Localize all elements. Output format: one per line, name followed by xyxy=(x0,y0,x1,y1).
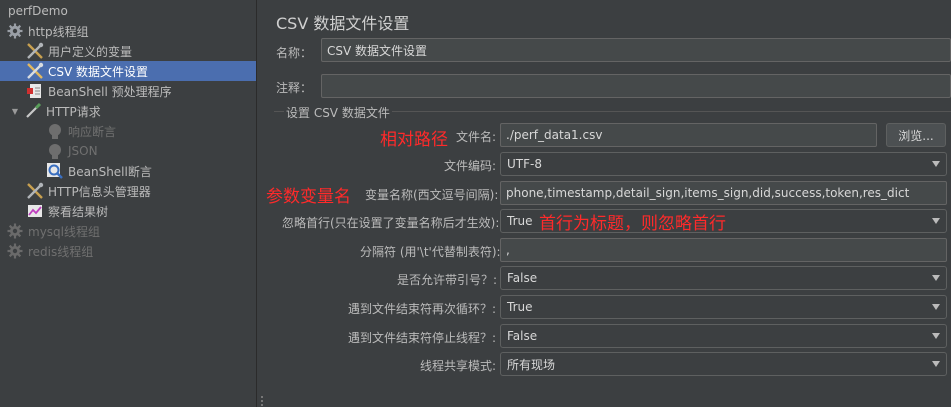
quoted-combo[interactable]: False xyxy=(500,266,947,290)
tree-item-view-results-tree[interactable]: 察看结果树 xyxy=(0,201,256,221)
chevron-down-icon xyxy=(932,218,940,224)
delimiter-value: , xyxy=(506,243,510,257)
sharing-combo[interactable]: 所有现场 xyxy=(500,352,947,376)
encoding-label: 文件编码: xyxy=(444,159,497,173)
recycle-combo[interactable]: True xyxy=(500,295,947,319)
tree-item-label: 察看结果树 xyxy=(48,204,109,219)
chevron-down-icon xyxy=(932,304,940,310)
tree-item-http-threadgroup[interactable]: http线程组 xyxy=(0,21,256,41)
chevron-down-icon xyxy=(932,361,940,367)
recycle-label: 遇到文件结束符再次循环？: xyxy=(348,302,497,316)
gear-icon xyxy=(6,22,24,40)
tree-item-label: 用户定义的变量 xyxy=(48,44,133,59)
tree-item-label: JSON xyxy=(68,144,98,158)
gear-icon xyxy=(6,242,24,260)
chart-icon xyxy=(26,202,44,220)
filename-label: 文件名: xyxy=(456,130,497,144)
encoding-value: UTF-8 xyxy=(507,157,542,171)
tree-item-http-header-manager[interactable]: HTTP信息头管理器 xyxy=(0,181,256,201)
comment-field[interactable] xyxy=(321,74,951,98)
name-value: CSV 数据文件设置 xyxy=(327,43,428,58)
tree-item-label: CSV 数据文件设置 xyxy=(48,64,149,79)
splitter-handle[interactable] xyxy=(257,0,266,407)
quoted-label: 是否允许带引号？: xyxy=(397,273,498,287)
chevron-down-icon xyxy=(932,275,940,281)
tree-item-label: redis线程组 xyxy=(28,244,94,259)
delimiter-field[interactable]: , xyxy=(500,238,947,262)
tree-item-mysql-threadgroup[interactable]: mysql线程组 xyxy=(0,221,256,241)
tree-item-label: HTTP信息头管理器 xyxy=(48,184,151,199)
sharing-value: 所有现场 xyxy=(507,357,556,372)
assertion-icon xyxy=(46,142,64,160)
assertion-icon xyxy=(46,122,64,140)
chevron-down-icon xyxy=(932,333,940,339)
tree-item-label: mysql线程组 xyxy=(28,224,100,239)
tree-item-user-vars[interactable]: 用户定义的变量 xyxy=(0,41,256,61)
tools-icon xyxy=(26,182,44,200)
varnames-value: phone,timestamp,detail_sign,items_sign,d… xyxy=(506,186,910,200)
tree-item-label: BeanShell断言 xyxy=(68,164,152,179)
tree-item-perfdemo[interactable]: perfDemo xyxy=(0,1,256,21)
ignore-first-value: True xyxy=(507,214,533,228)
tree-item-http-request[interactable]: ▼ HTTP请求 xyxy=(0,101,256,121)
tree-item-label: BeanShell 预处理程序 xyxy=(48,84,172,99)
name-field[interactable]: CSV 数据文件设置 xyxy=(321,38,951,62)
quoted-value: False xyxy=(507,271,538,285)
chevron-down-icon[interactable]: ▼ xyxy=(10,106,20,116)
browse-button[interactable]: 浏览... xyxy=(886,123,946,147)
tree-item-label: perfDemo xyxy=(8,4,68,18)
varnames-field[interactable]: phone,timestamp,detail_sign,items_sign,d… xyxy=(500,181,947,205)
preprocessor-icon xyxy=(26,82,44,100)
filename-value: ./perf_data1.csv xyxy=(506,128,603,142)
ignore-first-label: 忽略首行(只在设置了变量名称后才生效): xyxy=(282,216,500,230)
sharing-label: 线程共享模式: xyxy=(420,359,497,373)
annotation-param-vars: 参数变量名 xyxy=(266,187,351,207)
csv-config-panel: CSV 数据文件设置 名称： CSV 数据文件设置 注释： 设置 CSV 数据文… xyxy=(266,0,951,407)
stop-label: 遇到文件结束符停止线程？: xyxy=(348,331,497,345)
tree-item-label: http线程组 xyxy=(28,24,89,39)
page-title: CSV 数据文件设置 xyxy=(276,14,410,33)
name-label: 名称： xyxy=(276,46,313,60)
tree-item-redis-threadgroup[interactable]: redis线程组 xyxy=(0,241,256,261)
chevron-down-icon xyxy=(932,161,940,167)
stop-combo[interactable]: False xyxy=(500,324,947,348)
stop-value: False xyxy=(507,329,538,343)
tools-icon xyxy=(26,62,44,80)
test-plan-tree[interactable]: perfDemo http线程组 用户定义的变量 CSV 数据文件设置 Bean… xyxy=(0,0,257,407)
gear-icon xyxy=(6,222,24,240)
comment-label: 注释： xyxy=(276,81,313,95)
tree-item-beanshell-assertion[interactable]: BeanShell断言 xyxy=(0,161,256,181)
recycle-value: True xyxy=(507,300,533,314)
tree-item-beanshell-pre[interactable]: BeanShell 预处理程序 xyxy=(0,81,256,101)
tree-item-json-assertion[interactable]: JSON xyxy=(0,141,256,161)
tree-item-csv-config[interactable]: CSV 数据文件设置 xyxy=(0,61,256,81)
group-title: 设置 CSV 数据文件 xyxy=(284,104,392,121)
delimiter-label: 分隔符 (用'\t'代替制表符): xyxy=(360,245,501,259)
tree-item-label: 响应断言 xyxy=(68,124,117,139)
pipette-icon xyxy=(24,102,42,120)
encoding-combo[interactable]: UTF-8 xyxy=(500,152,947,176)
magnifier-icon xyxy=(46,162,64,180)
filename-field[interactable]: ./perf_data1.csv xyxy=(500,123,877,147)
tree-item-label: HTTP请求 xyxy=(46,104,101,119)
annotation-first-row: 首行为标题，则忽略首行 xyxy=(539,214,726,234)
annotation-relative-path: 相对路径 xyxy=(380,130,448,150)
tools-icon xyxy=(26,42,44,60)
tree-item-response-assertion[interactable]: 响应断言 xyxy=(0,121,256,141)
varnames-label: 变量名称(西文逗号间隔): xyxy=(365,188,499,202)
